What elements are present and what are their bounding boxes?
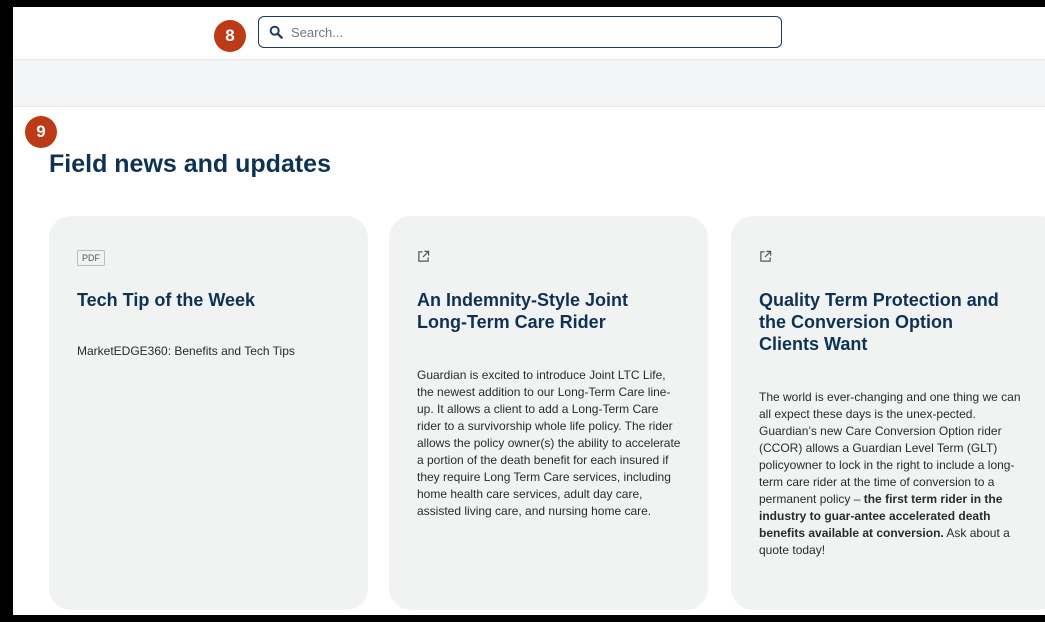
frame-top-border [0, 0, 1045, 7]
search-input[interactable] [289, 23, 763, 41]
card-body: The world is ever-changing and one thing… [759, 389, 1027, 559]
card-title[interactable]: An Indemnity-Style Joint Long-Term Care … [417, 289, 679, 333]
gray-band [13, 60, 1045, 107]
pdf-badge: PDF [77, 250, 105, 266]
card-body-intro: The world is ever-changing and one thing… [759, 390, 1021, 506]
card-title[interactable]: Tech Tip of the Week [77, 289, 339, 311]
news-card-tech-tip[interactable]: PDF Tech Tip of the Week MarketEDGE360: … [49, 216, 368, 610]
annotation-marker-9: 9 [25, 116, 57, 148]
frame-bottom-border [0, 615, 1045, 622]
search-box[interactable] [258, 16, 782, 48]
news-card-term-protection[interactable]: Quality Term Protection and the Conversi… [731, 216, 1045, 610]
card-body: Guardian is excited to introduce Joint L… [417, 368, 681, 518]
external-link-icon [418, 250, 430, 262]
section-title: Field news and updates [49, 150, 331, 178]
card-title[interactable]: Quality Term Protection and the Conversi… [759, 289, 1017, 355]
annotation-marker-8: 8 [214, 20, 246, 52]
search-icon [269, 25, 283, 39]
frame-left-border [0, 0, 13, 622]
external-link-icon [760, 250, 772, 262]
card-body: MarketEDGE360: Benefits and Tech Tips [77, 344, 295, 358]
news-card-joint-ltc[interactable]: An Indemnity-Style Joint Long-Term Care … [389, 216, 708, 610]
